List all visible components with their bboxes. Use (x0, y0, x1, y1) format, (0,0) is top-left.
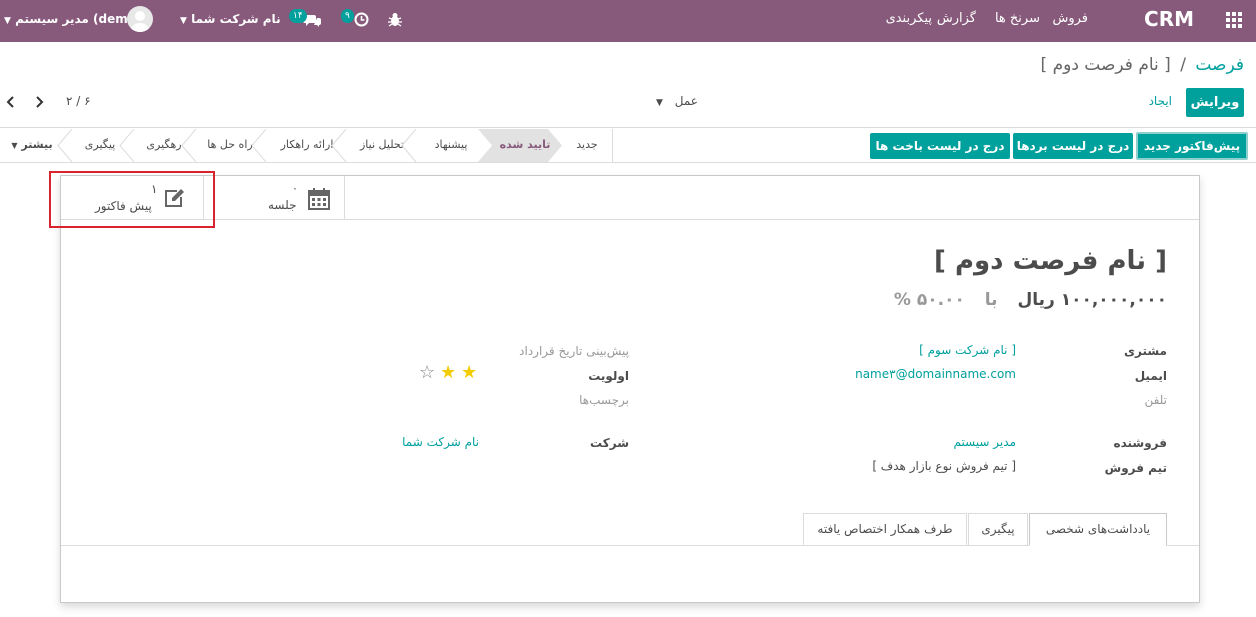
expected-revenue: ۱۰۰,۰۰۰,۰۰۰ ریال (1017, 290, 1167, 310)
expected-closing-label: پیش‌بینی تاریخ قرارداد (519, 344, 629, 358)
highlight-box (49, 171, 215, 228)
apps-menu-icon[interactable] (1226, 12, 1242, 28)
control-panel: فرصت / [ نام فرصت دوم ] ویرایش ایجاد ▼ ع… (0, 42, 1256, 128)
breadcrumb-separator: / (1180, 55, 1186, 75)
action-dropdown[interactable]: ▼ عمل (656, 94, 698, 108)
record-title: [ نام فرصت دوم ] (934, 246, 1167, 276)
breadcrumb-current: [ نام فرصت دوم ] (1040, 55, 1171, 75)
edit-button[interactable]: ویرایش (1186, 88, 1244, 117)
tab-followup-label: پیگیری (981, 522, 1015, 536)
tags-label: برچسب‌ها (579, 393, 629, 407)
activities-badge: ۹ (341, 9, 354, 23)
email-value[interactable]: name۳@domainname.com (855, 367, 1016, 381)
company-label: شرکت (590, 436, 629, 450)
caret-down-icon: ▼ (11, 141, 18, 150)
activities-icon[interactable] (354, 12, 369, 27)
mark-won-button[interactable]: درج در لیست بردها (1013, 133, 1133, 159)
tab-internal-notes-label: یادداشت‌های شخصی (1045, 522, 1151, 536)
star-empty-icon[interactable]: ☆ (419, 364, 435, 382)
user-name: مدیر سیستم (demo) (15, 12, 142, 26)
breadcrumb: فرصت / [ نام فرصت دوم ] (1041, 55, 1244, 75)
top-navbar: CRM فروش سرنخ ها گزارش پیکربندی ▼ مدیر س… (0, 0, 1256, 42)
menu-reporting[interactable]: گزارش (937, 0, 976, 42)
mark-lost-button[interactable]: درج در لیست باخت ها (870, 133, 1010, 159)
new-quotation-button[interactable]: پیش‌فاکتور جدید (1136, 132, 1248, 160)
status-bar: پیش‌فاکتور جدید درج در لیست بردها درج در… (0, 128, 1256, 163)
sales-team-label: تیم فروش (1104, 461, 1167, 475)
pager-value[interactable]: ۲ / ۶ (66, 94, 91, 108)
company-value[interactable]: نام شرکت شما (402, 435, 479, 449)
revenue-line: ۱۰۰,۰۰۰,۰۰۰ ریال با ۵۰.۰۰ % (894, 290, 1167, 310)
more-stages-dropdown[interactable]: ▼ بیشتر (8, 129, 56, 162)
caret-down-icon: ▼ (656, 98, 663, 108)
menu-leads[interactable]: سرنخ ها (995, 0, 1040, 42)
phone-label: تلفن (1144, 393, 1167, 407)
tab-internal-notes[interactable]: یادداشت‌های شخصی (1029, 513, 1167, 546)
company-switcher[interactable]: ▼ نام شرکت شما (180, 0, 281, 42)
star-filled-icon[interactable]: ★ (461, 364, 477, 382)
avatar[interactable] (127, 6, 153, 32)
app-title[interactable]: CRM (1144, 0, 1194, 42)
company-switcher-label: نام شرکت شما (191, 12, 281, 26)
stage-separators (0, 128, 613, 163)
caret-down-icon: ▼ (180, 16, 187, 26)
action-dropdown-label: عمل (674, 94, 698, 108)
meeting-count: ۰ (292, 182, 298, 195)
at-label: با (984, 290, 998, 310)
new-quotation-label: پیش‌فاکتور جدید (1143, 139, 1241, 153)
calendar-icon (308, 188, 330, 210)
sales-team-value[interactable]: [ تیم فروش نوع بازار هدف ] (872, 459, 1016, 473)
user-menu[interactable]: ▼ مدیر سیستم (demo) (4, 0, 141, 42)
probability: ۵۰.۰۰ % (893, 290, 965, 310)
more-stages-label: بیشتر (21, 138, 53, 151)
meetings-smart-button[interactable]: ۰ جلسه (203, 176, 345, 220)
breadcrumb-parent[interactable]: فرصت (1195, 55, 1244, 75)
menu-sales[interactable]: فروش (1052, 0, 1088, 42)
create-button[interactable]: ایجاد (1149, 94, 1172, 108)
menu-configuration[interactable]: پیکربندی (886, 0, 932, 42)
customer-label: مشتری (1123, 344, 1167, 358)
pager-previous-icon[interactable] (6, 96, 16, 108)
messages-badge: ۱۴ (289, 9, 307, 23)
debug-bug-icon[interactable] (388, 12, 402, 27)
email-label: ایمیل (1134, 369, 1167, 383)
salesperson-label: فروشنده (1113, 436, 1168, 450)
star-filled-icon[interactable]: ★ (440, 364, 456, 382)
pager-next-icon[interactable] (34, 96, 44, 108)
meeting-label: جلسه (268, 198, 297, 212)
priority-label: اولویت (588, 369, 629, 383)
priority-widget[interactable]: ★ ★ ☆ (419, 364, 483, 382)
salesperson-value[interactable]: مدیر سیستم (954, 435, 1017, 449)
tab-followup[interactable]: پیگیری (968, 513, 1028, 545)
form-sheet: ۰ جلسه ۱ پیش فاکتور [ نام فرصت دوم ] ۱۰۰… (60, 175, 1200, 603)
tab-assigned-partner[interactable]: طرف همکار اختصاص یافته (803, 513, 967, 545)
caret-down-icon: ▼ (4, 16, 11, 26)
customer-value[interactable]: [ نام شرکت سوم ] (919, 343, 1016, 357)
tab-assigned-partner-label: طرف همکار اختصاص یافته (817, 522, 953, 536)
